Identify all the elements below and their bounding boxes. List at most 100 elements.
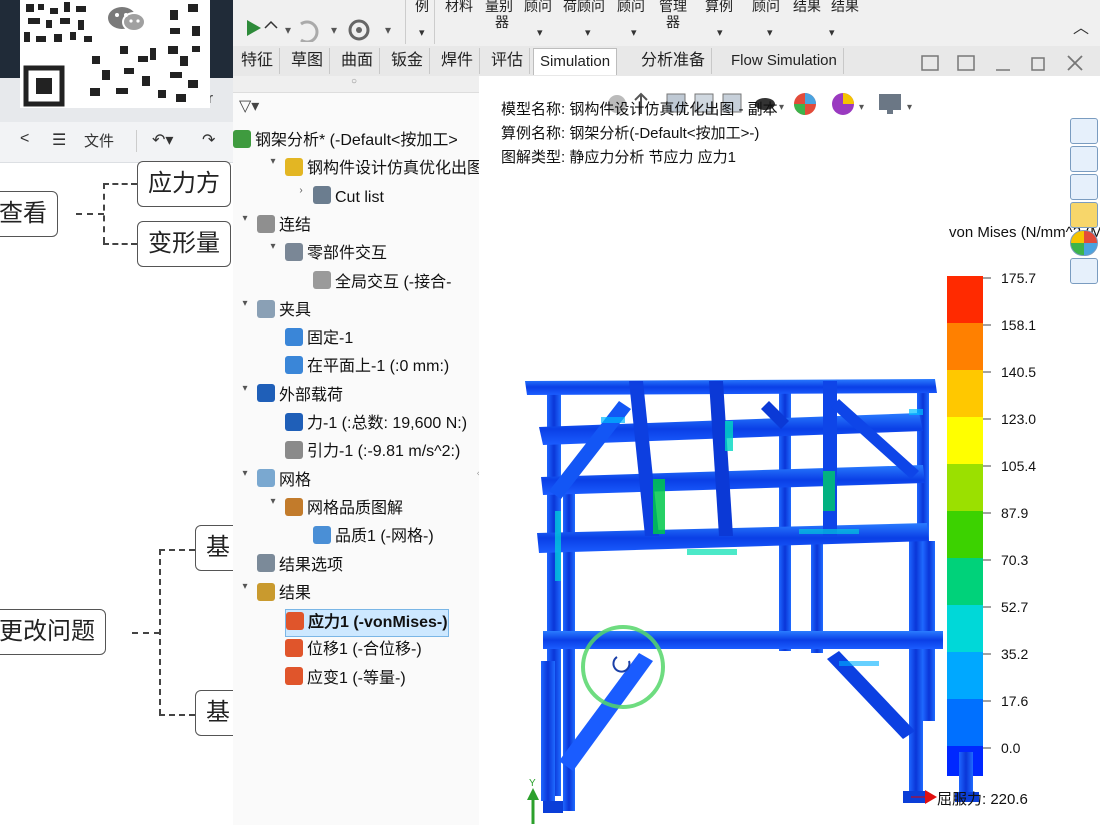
chevron-down-icon[interactable]: ▾ (419, 26, 425, 39)
tab-evaluate[interactable]: 评估 (485, 48, 531, 74)
tree-item-label: 品质1 (-网格-) (335, 528, 434, 546)
tree-item[interactable]: 钢架分析* (-Default<按加工> (233, 128, 458, 154)
tree-item[interactable]: 品质1 (-网格-) (313, 524, 434, 550)
tree-item-label: 引力-1 (:-9.81 m/s^2:) (307, 443, 461, 461)
chevron-right-icon[interactable]: › (295, 185, 307, 211)
tree-item-label: Cut list (335, 188, 384, 206)
splitter-handle-icon[interactable]: ○ (351, 76, 357, 87)
chevron-down-icon[interactable]: ▾ (267, 496, 279, 522)
force-icon (285, 412, 303, 431)
ribbon-label[interactable]: 例 (415, 0, 429, 16)
tab-flow-simulation[interactable]: Flow Simulation (725, 48, 844, 74)
tree-item[interactable]: 全局交互 (-接合- (313, 270, 451, 296)
tree-item[interactable]: 引力-1 (:-9.81 m/s^2:) (285, 439, 460, 465)
mindmap-node-change[interactable]: 更改问题 (0, 609, 106, 655)
tree-item[interactable]: 网格品质图解 (285, 496, 403, 522)
tree-item[interactable]: 结果选项 (257, 553, 343, 579)
tree-item[interactable]: 零部件交互 (285, 241, 387, 267)
tree-item[interactable]: 应变1 (-等量-) (285, 666, 406, 692)
tree-item-label: 全局交互 (-接合- (335, 273, 452, 291)
tab-features[interactable]: 特征 (235, 48, 281, 74)
file-explorer-icon[interactable] (1070, 174, 1098, 200)
tab-weldments[interactable]: 焊件 (435, 48, 481, 74)
undo-icon[interactable]: ↶▾ (152, 130, 173, 150)
home-icon[interactable] (1070, 118, 1098, 144)
tab-simulation[interactable]: Simulation (533, 48, 618, 75)
tree-item[interactable]: 应力1 (-vonMises-) (285, 609, 449, 638)
file-menu-button[interactable]: 文件 (84, 130, 114, 151)
legend-color-band (947, 417, 983, 464)
ribbon-label[interactable]: 算例 (705, 0, 733, 16)
tree-item[interactable]: 结果 (257, 581, 311, 607)
back-icon[interactable]: < (20, 130, 29, 148)
view-palette-icon[interactable] (1070, 202, 1098, 228)
chevron-down-icon[interactable]: ▾ (239, 581, 251, 607)
chevron-down-icon[interactable]: ▾ (829, 26, 835, 39)
collapse-ribbon-icon[interactable]: ︿ (1073, 14, 1089, 38)
ribbon-label[interactable]: 顾问 (524, 0, 552, 16)
chevron-down-icon[interactable]: ▾ (267, 241, 279, 267)
quality-icon (313, 525, 331, 544)
mindmap-node-stress[interactable]: 应力方 (137, 161, 231, 207)
legend-color-band (947, 558, 983, 605)
redo-icon[interactable]: ↷ (202, 130, 215, 150)
model-name-label: 模型名称: 钢构件设计仿真优化出图 - 副本 (501, 101, 778, 118)
legend-value-label: 70.3 (1001, 552, 1029, 568)
tree-item[interactable]: 在平面上-1 (:0 mm:) (285, 354, 449, 380)
ribbon-label[interactable]: 荷顾问 (563, 0, 605, 16)
graphics-area[interactable]: ▾ ▾ ▾ 模型名称: 钢构件设计仿真优化出图 - 副本 算例名称: 钢架分析(… (479, 76, 1100, 825)
chevron-down-icon[interactable]: ▾ (585, 26, 591, 39)
window-controls[interactable] (918, 52, 1098, 74)
tree-item[interactable]: 夹具 (257, 298, 311, 324)
connection-icon (257, 214, 275, 233)
chevron-down-icon[interactable]: ▾ (537, 26, 543, 39)
chevron-down-icon[interactable]: ▾ (239, 383, 251, 409)
chevron-down-icon[interactable]: ▾ (267, 156, 279, 182)
stress-hotspot (601, 417, 625, 423)
chevron-down-icon[interactable]: ▾ (767, 26, 773, 39)
mindmap-node-deform[interactable]: 变形量 (137, 221, 231, 267)
ribbon-label[interactable]: 器 (495, 12, 509, 32)
tab-sheetmetal[interactable]: 钣金 (385, 48, 431, 74)
ribbon-label[interactable]: 结果 (831, 0, 859, 16)
chevron-down-icon[interactable]: ▾ (239, 213, 251, 239)
tree-item-label: 零部件交互 (307, 245, 388, 263)
chevron-down-icon[interactable]: ▾ (239, 298, 251, 324)
mindmap-canvas[interactable]: 查看 应力方 变形量 更改问题 基 基 (0, 161, 235, 825)
appearances-icon[interactable] (1070, 230, 1098, 256)
chevron-down-icon[interactable]: ▾ (239, 468, 251, 494)
mindmap-node-base1[interactable]: 基 (195, 525, 235, 571)
tree-item[interactable]: Cut list (313, 185, 384, 211)
design-library-icon[interactable] (1070, 146, 1098, 172)
mindmap-node-view[interactable]: 查看 (0, 191, 58, 237)
tree-item[interactable]: 固定-1 (285, 326, 353, 352)
tree-item[interactable]: 外部载荷 (257, 383, 343, 409)
legend-color-band (947, 370, 983, 417)
ribbon-label[interactable]: 顾问 (752, 0, 780, 16)
ribbon-label[interactable]: 器 (666, 12, 680, 32)
tree-item[interactable]: 连结 (257, 213, 311, 239)
tree-item[interactable]: 位移1 (-合位移-) (285, 637, 422, 663)
fea-stress-model[interactable] (519, 361, 959, 821)
tree-item[interactable]: 钢构件设计仿真优化出图 (285, 156, 483, 182)
tab-analysis-prep[interactable]: 分析准备 (635, 48, 713, 74)
tree-item-label: 结果选项 (279, 556, 344, 574)
filter-icon[interactable]: ▽▾ (239, 96, 259, 116)
tab-sketch[interactable]: 草图 (285, 48, 331, 74)
ribbon-label[interactable]: 顾问 (617, 0, 645, 16)
mindmap-node-base2[interactable]: 基 (195, 690, 235, 736)
custom-properties-icon[interactable] (1070, 258, 1098, 284)
chevron-down-icon[interactable]: ▾ (717, 26, 723, 39)
ribbon-icons-left[interactable]: ▾ ▾ ▾ (241, 6, 441, 42)
legend-color-band (947, 652, 983, 699)
ribbon-label[interactable]: 材料 (445, 0, 473, 16)
chevron-down-icon[interactable]: ▾ (631, 26, 637, 39)
legend-value-label: 52.7 (1001, 599, 1029, 615)
tab-surface[interactable]: 曲面 (335, 48, 381, 74)
tree-item[interactable]: 力-1 (:总数: 19,600 N:) (285, 411, 467, 437)
beam-member (541, 465, 925, 495)
ribbon-label[interactable]: 结果 (793, 0, 821, 16)
menu-icon[interactable]: ☰ (52, 130, 66, 150)
tree-item-label: 在平面上-1 (:0 mm:) (307, 358, 450, 376)
tree-item[interactable]: 网格 (257, 468, 311, 494)
